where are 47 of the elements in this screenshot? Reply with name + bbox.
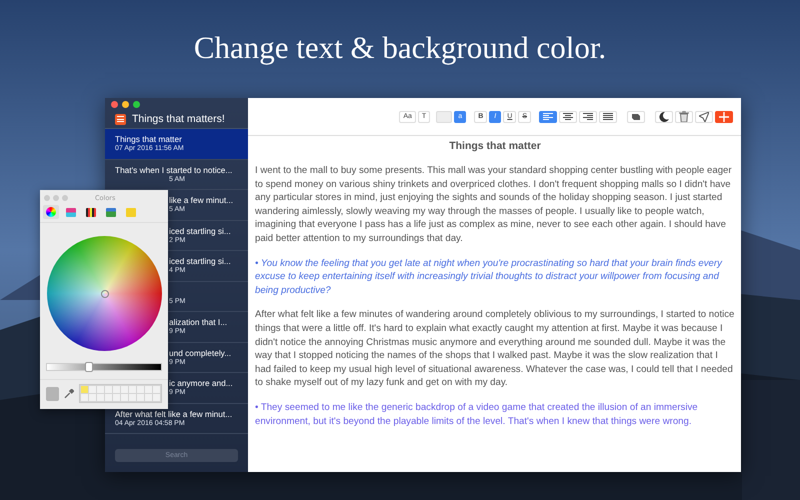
align-justify-button[interactable] bbox=[599, 110, 617, 122]
align-justify-icon bbox=[603, 112, 613, 120]
align-left-button[interactable] bbox=[539, 110, 557, 122]
note-title: like a few minut... bbox=[169, 195, 234, 206]
note-title: That's when I started to notice... bbox=[115, 164, 234, 176]
send-button[interactable] bbox=[695, 110, 713, 122]
plus-icon bbox=[719, 112, 729, 122]
menu-icon[interactable] bbox=[115, 114, 126, 124]
bullet-paragraph: • They seemed to me like the generic backdrop of a video game that created the illusion of an immersive environment, but it's beyond the playable limits of the level. That's when I knew that things were wrong. bbox=[255, 400, 699, 428]
add-button[interactable] bbox=[715, 110, 733, 122]
slider-thumb[interactable] bbox=[85, 362, 94, 372]
paper-plane-icon bbox=[699, 112, 709, 122]
note-title: Things that matter bbox=[115, 134, 183, 145]
align-center-button[interactable] bbox=[559, 110, 577, 122]
current-color-swatch[interactable] bbox=[46, 386, 60, 400]
wheel-mode-tab[interactable] bbox=[43, 205, 59, 219]
sliders-mode-tab[interactable] bbox=[63, 205, 79, 219]
delete-button[interactable] bbox=[675, 110, 693, 122]
trash-icon bbox=[679, 111, 689, 122]
paragraph: I went to the mall to buy some presents. This mall was your standard shopping center bustling with people eager to spend money on various shiny trinkets and overpriced clothes. I don't frequent shopping malls so I didn't have any particular stores in mind, just enjoying the sights and sounds of the holiday shopping season. I just started wandering aimlessly, slowly weaving my way through the masses of people. I usually like to people watch, imagining that everyone I pass has a life just as complex as mine, never to see each other again. I should have paid better attention to my surroundings that day. bbox=[255, 164, 733, 246]
moon-button[interactable] bbox=[655, 110, 673, 122]
note-title: ic anymore and... bbox=[169, 378, 234, 389]
eyedropper-icon[interactable] bbox=[64, 388, 74, 398]
bullet-paragraph: • You know the feeling that you get late at night when you're procrastinating so hard that your brain finds every excuse to keep entertaining itself with increasingly trivial thoughts to distract your willpower from focusing and being productive? bbox=[255, 256, 724, 298]
layers-icon bbox=[631, 112, 641, 120]
moon-icon bbox=[659, 112, 669, 122]
brightness-slider[interactable] bbox=[46, 363, 162, 371]
minimize-button[interactable] bbox=[122, 101, 129, 108]
color-swatch[interactable] bbox=[81, 386, 88, 393]
note-title: After what felt like a few minut... bbox=[115, 408, 234, 420]
note-title: und completely... bbox=[169, 348, 232, 358]
align-left-icon bbox=[543, 112, 553, 120]
note-title: alization that I... bbox=[169, 317, 228, 328]
headline: Change text & background color. bbox=[194, 30, 606, 67]
image-mode-tab[interactable] bbox=[103, 205, 119, 219]
align-right-icon bbox=[583, 112, 593, 120]
paragraph: After what felt like a few minutes of wandering around completely oblivious to my surroundings, I started to notice things that were a little off. It's hard to explain what exactly caught my attention at first. Maybe it was because I didn't notice the annoying Christmas music anymore and everything around me sounded dull. Maybe it was the way that I stopped noticing the names of the shops that I walked past. Maybe it was the slow realization that I had failed to keep my usual high level of situational awareness. Whatever the case was, I could tell that I needed to shake myself out of my lazy funk and get on with my day. bbox=[255, 308, 735, 390]
align-center-icon bbox=[563, 112, 573, 120]
zoom-button[interactable] bbox=[133, 101, 140, 108]
note-title: iced startling si... bbox=[169, 256, 232, 267]
close-button[interactable] bbox=[111, 101, 118, 108]
palette-mode-tab[interactable] bbox=[83, 205, 99, 219]
app-title: Things that matters! bbox=[132, 113, 225, 125]
layers-button[interactable] bbox=[627, 110, 645, 122]
note-title: iced startling si... bbox=[169, 226, 232, 236]
align-right-button[interactable] bbox=[579, 110, 597, 122]
note-heading: Things that matter bbox=[448, 140, 542, 152]
